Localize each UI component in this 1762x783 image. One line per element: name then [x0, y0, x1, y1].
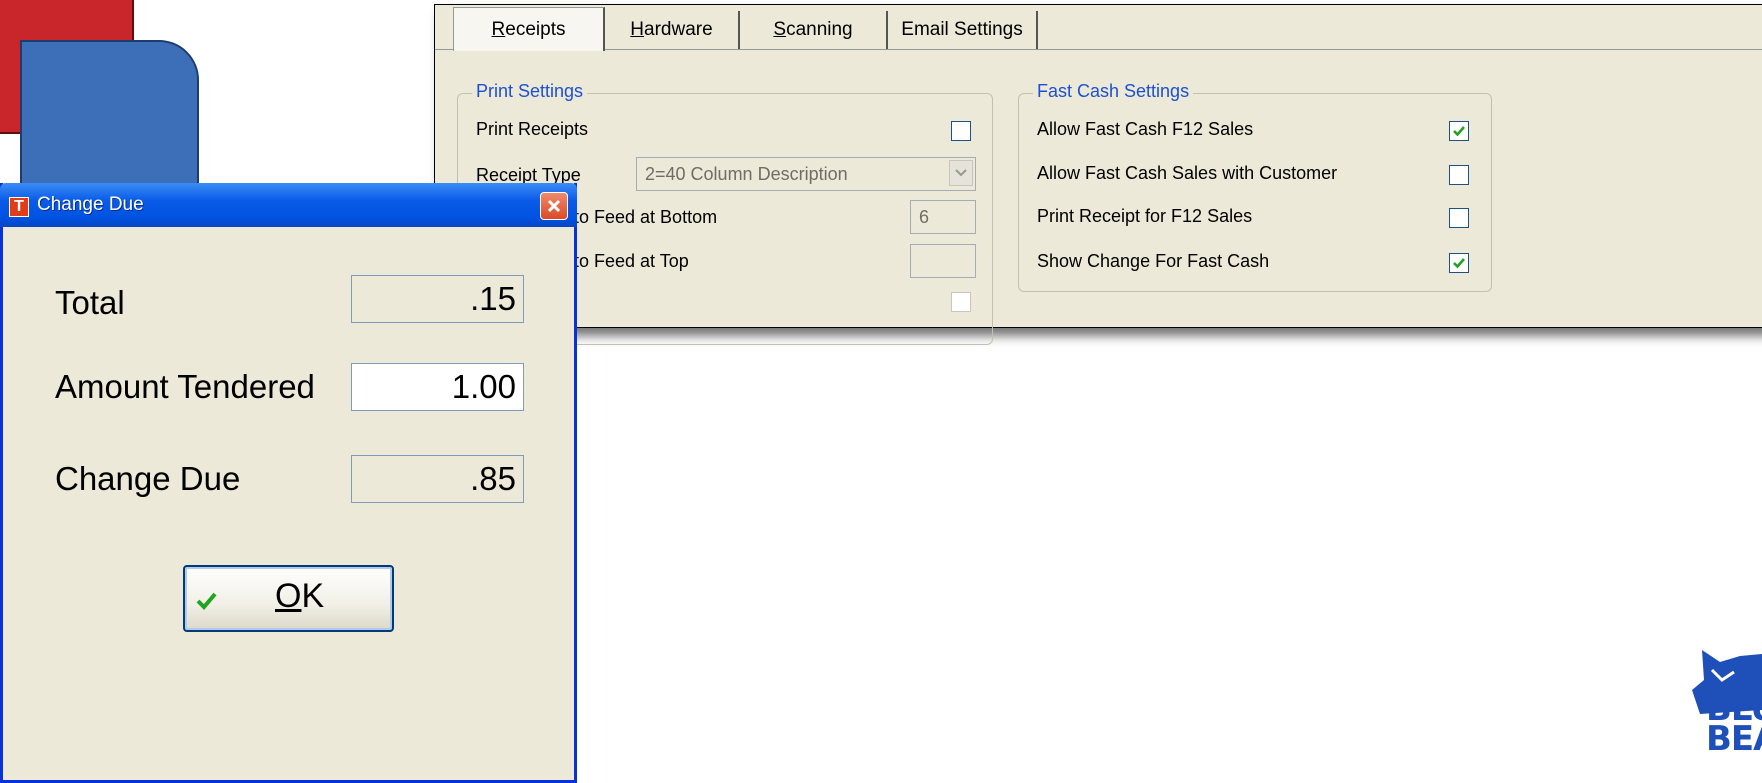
- amount-tendered-label: Amount Tendered: [55, 368, 315, 405]
- chevron-down-icon[interactable]: [949, 160, 973, 186]
- ok-mnemonic: O: [275, 577, 302, 615]
- total-field: .15: [351, 275, 524, 323]
- feed-bottom-label: to Feed at Bottom: [574, 207, 718, 227]
- change-due-dialog: T Change Due Total .15 Amount Tendered 1…: [0, 183, 577, 783]
- print-receipts-label: Print Receipts: [476, 119, 589, 139]
- feed-top-label: to Feed at Top: [574, 251, 689, 271]
- tab-hardware-label: ardware: [644, 19, 713, 40]
- feed-top-input[interactable]: [910, 244, 976, 278]
- allow-fast-cash-customer-checkbox[interactable]: [1449, 165, 1469, 185]
- allow-fast-cash-customer-label: Allow Fast Cash Sales with Customer: [1037, 163, 1338, 183]
- print-receipt-f12-label: Print Receipt for F12 Sales: [1037, 206, 1253, 226]
- logo-text-line2: BEA: [1706, 719, 1762, 759]
- amount-tendered-field[interactable]: 1.00: [351, 363, 524, 411]
- tab-scanning-label: canning: [786, 19, 853, 40]
- fast-cash-settings-group: Fast Cash Settings Allow Fast Cash F12 S…: [1018, 81, 1492, 292]
- tab-receipts-label: eceipts: [505, 18, 566, 40]
- tab-hardware[interactable]: Hardware: [605, 11, 740, 49]
- checkmark-icon: [1453, 126, 1465, 137]
- fast-cash-settings-legend: Fast Cash Settings: [1033, 81, 1194, 102]
- checkmark-icon: [196, 592, 217, 610]
- tab-scanning[interactable]: Scanning: [740, 11, 888, 49]
- tab-receipts-mnemonic: R: [491, 18, 506, 40]
- total-label: Total: [55, 284, 125, 321]
- dialog-title: Change Due: [37, 194, 144, 215]
- print-settings-legend: Print Settings: [472, 81, 588, 102]
- receipt-type-select[interactable]: 2=40 Column Description: [636, 157, 976, 191]
- print-receipts-checkbox[interactable]: [951, 121, 971, 141]
- settings-panel: Receipts Hardware Scanning Email Setting…: [434, 4, 1762, 345]
- tab-scanning-mnemonic: S: [773, 19, 787, 40]
- tab-hardware-mnemonic: H: [630, 19, 645, 40]
- allow-fast-cash-f12-label: Allow Fast Cash F12 Sales: [1037, 119, 1254, 139]
- logo-wordmark: BLU BEA: [1706, 692, 1762, 759]
- ok-label-rest: K: [301, 577, 325, 615]
- change-due-label: Change Due: [55, 460, 241, 497]
- show-change-fast-cash-label: Show Change For Fast Cash: [1037, 251, 1270, 271]
- tab-strip: Receipts Hardware Scanning Email Setting…: [435, 5, 1762, 51]
- tab-email-settings-label: Email Settings: [901, 19, 1023, 40]
- change-due-field: .85: [351, 455, 524, 503]
- close-button[interactable]: [540, 192, 568, 220]
- print-receipt-f12-checkbox[interactable]: [1449, 208, 1469, 228]
- tab-receipts[interactable]: Receipts: [453, 7, 605, 51]
- feed-bottom-input[interactable]: 6: [910, 200, 976, 234]
- receipt-type-value: 2=40 Column Description: [645, 164, 848, 184]
- partial-checkbox[interactable]: [951, 292, 971, 312]
- close-icon: [547, 199, 561, 213]
- show-change-fast-cash-checkbox[interactable]: [1449, 253, 1469, 273]
- checkmark-icon: [1453, 258, 1465, 269]
- ok-label: OK: [275, 577, 324, 616]
- allow-fast-cash-f12-checkbox[interactable]: [1449, 121, 1469, 141]
- app-t-icon: T: [9, 197, 29, 217]
- tab-email-settings[interactable]: Email Settings: [888, 11, 1038, 49]
- ok-button[interactable]: OK: [183, 565, 394, 632]
- dialog-titlebar[interactable]: T Change Due: [0, 183, 577, 227]
